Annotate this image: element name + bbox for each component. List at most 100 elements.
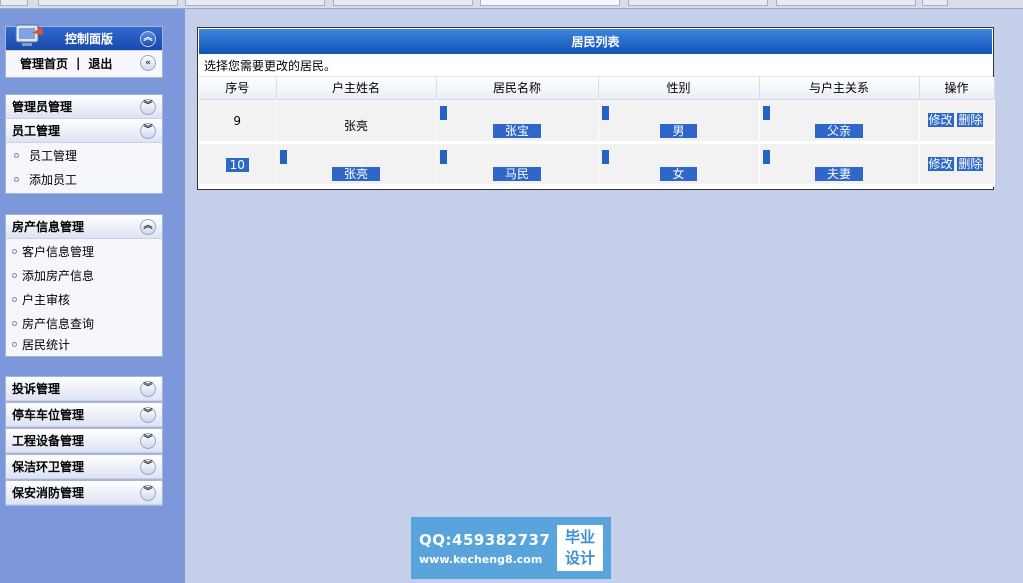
property-management-title: 房产信息管理	[12, 220, 85, 234]
table-row: 9 张亮 张宝 男 父亲 修改 删除	[199, 99, 995, 144]
gender-value: 女	[660, 166, 697, 181]
watermark-badge-line2: 设计	[564, 549, 595, 567]
equipment-header[interactable]: 工程设备管理 ︾	[6, 429, 162, 453]
cell-seq: 9	[199, 99, 277, 144]
expand-icon[interactable]: ︾	[140, 458, 156, 475]
security-header[interactable]: 保安消防管理 ︾	[6, 481, 162, 505]
seq-value: 9	[233, 113, 242, 128]
browser-tab[interactable]	[0, 0, 28, 6]
sidebar-item-label: 添加房产信息	[22, 268, 95, 283]
seq-value: 10	[225, 157, 249, 172]
control-panel-nav: 管理首页 | 退出 «	[6, 51, 162, 75]
bullet-icon	[12, 296, 17, 302]
cell-seq: 10	[199, 142, 277, 187]
resident-value: 张宝	[492, 123, 541, 138]
sidebar-item-label: 居民统计	[22, 338, 71, 352]
sidebar-item-add-property[interactable]: 添加房产信息	[6, 263, 162, 287]
table-header-row: 序号 户主姓名 居民名称 性别 与户主关系 操作	[199, 77, 995, 100]
selection-marker	[601, 149, 609, 164]
cell-actions: 修改 删除	[919, 142, 995, 187]
resident-value: 马民	[492, 166, 541, 181]
collapse-icon[interactable]: ︽	[140, 30, 156, 47]
sanitation-header[interactable]: 保洁环卫管理 ︾	[6, 455, 162, 479]
cell-owner[interactable]: 张亮	[276, 142, 437, 187]
browser-tab[interactable]	[38, 0, 178, 6]
column-header-seq: 序号	[199, 77, 277, 100]
home-link[interactable]: 管理首页	[20, 55, 68, 72]
gender-value: 男	[660, 123, 697, 138]
parking-title: 停车车位管理	[12, 408, 85, 422]
cell-gender[interactable]: 女	[598, 142, 760, 187]
main-content: 居民列表 选择您需要更改的居民。 序号 户主姓名 居民名称 性别 与户主关系 操…	[185, 9, 1023, 583]
cell-relation[interactable]: 夫妻	[759, 142, 920, 187]
selection-marker	[762, 149, 770, 164]
resident-list-panel: 居民列表 选择您需要更改的居民。 序号 户主姓名 居民名称 性别 与户主关系 操…	[197, 27, 995, 190]
nav-separator: |	[76, 56, 81, 70]
cell-relation[interactable]: 父亲	[759, 99, 920, 144]
bullet-icon	[14, 152, 19, 158]
edit-link[interactable]: 修改	[927, 112, 954, 127]
expand-icon[interactable]: ︾	[140, 432, 156, 449]
expand-icon[interactable]: ︾	[140, 122, 156, 139]
chevron-left-icon[interactable]: «	[140, 55, 156, 71]
logout-link[interactable]: 退出	[88, 55, 112, 72]
browser-tab[interactable]	[480, 0, 620, 6]
sidebar: 控制面版 ︽ 管理首页 | 退出 « 管理员管理 ︾ 员工管理 ︾ 员工管理 添…	[0, 9, 185, 583]
selection-marker	[762, 105, 770, 120]
selection-marker	[439, 105, 447, 120]
browser-tab[interactable]	[185, 0, 325, 6]
browser-tab-strip	[0, 0, 1023, 9]
bullet-icon	[12, 248, 17, 254]
cell-gender[interactable]: 男	[598, 99, 760, 144]
delete-link[interactable]: 删除	[957, 112, 984, 127]
sidebar-item-customer-info[interactable]: 客户信息管理	[6, 239, 162, 263]
control-panel-header[interactable]: 控制面版 ︽	[6, 24, 162, 51]
sanitation-title: 保洁环卫管理	[12, 460, 85, 474]
watermark-qq: QQ:459382737	[419, 530, 551, 549]
watermark-badge-line1: 毕业	[564, 528, 595, 546]
owner-value: 张亮	[331, 166, 380, 181]
browser-tab[interactable]	[333, 0, 473, 6]
edit-link[interactable]: 修改	[927, 156, 954, 171]
staff-management-title: 员工管理	[12, 124, 61, 138]
sidebar-item-staff-management[interactable]: 员工管理	[6, 143, 162, 167]
cell-resident[interactable]: 马民	[436, 142, 599, 187]
parking-panel: 停车车位管理 ︾	[5, 402, 163, 428]
browser-tab[interactable]	[922, 0, 948, 6]
security-title: 保安消防管理	[12, 486, 85, 500]
parking-header[interactable]: 停车车位管理 ︾	[6, 403, 162, 427]
staff-management-header[interactable]: 员工管理 ︾	[6, 119, 162, 143]
admin-management-panel: 管理员管理 ︾ 员工管理 ︾ 员工管理 添加员工	[5, 94, 163, 194]
relation-value: 夫妻	[814, 166, 863, 181]
expand-icon[interactable]: ︾	[140, 380, 156, 397]
collapse-icon[interactable]: ︽	[140, 218, 156, 235]
browser-tab[interactable]	[776, 0, 916, 6]
column-header-actions: 操作	[919, 77, 995, 100]
browser-tab[interactable]	[628, 0, 768, 6]
bullet-icon	[12, 342, 17, 347]
control-panel: 控制面版 ︽ 管理首页 | 退出 «	[5, 24, 163, 78]
column-header-relation: 与户主关系	[759, 77, 920, 100]
expand-icon[interactable]: ︾	[140, 98, 156, 115]
complaint-header[interactable]: 投诉管理 ︾	[6, 377, 162, 401]
computer-logo-icon	[12, 23, 46, 49]
sidebar-item-owner-review[interactable]: 户主审核	[6, 287, 162, 311]
sidebar-item-label: 户主审核	[22, 292, 71, 307]
sidebar-item-property-query[interactable]: 房产信息查询	[6, 311, 162, 335]
sidebar-item-label: 员工管理	[29, 148, 78, 163]
sidebar-item-resident-stats[interactable]: 居民统计	[6, 335, 162, 354]
expand-icon[interactable]: ︾	[140, 484, 156, 501]
sidebar-item-add-staff[interactable]: 添加员工	[6, 167, 162, 191]
cell-resident[interactable]: 张宝	[436, 99, 599, 144]
cell-actions: 修改 删除	[919, 99, 995, 144]
selection-marker	[279, 149, 287, 164]
admin-management-header[interactable]: 管理员管理 ︾	[6, 95, 162, 119]
property-management-header[interactable]: 房产信息管理 ︽	[6, 215, 162, 239]
expand-icon[interactable]: ︾	[140, 406, 156, 423]
delete-link[interactable]: 删除	[957, 156, 984, 171]
resident-table: 序号 户主姓名 居民名称 性别 与户主关系 操作 9 张亮 张宝 男 父亲 修改…	[199, 77, 995, 187]
equipment-panel: 工程设备管理 ︾	[5, 428, 163, 454]
complaint-title: 投诉管理	[12, 382, 61, 396]
selection-marker	[601, 105, 609, 120]
admin-management-title: 管理员管理	[12, 100, 73, 114]
